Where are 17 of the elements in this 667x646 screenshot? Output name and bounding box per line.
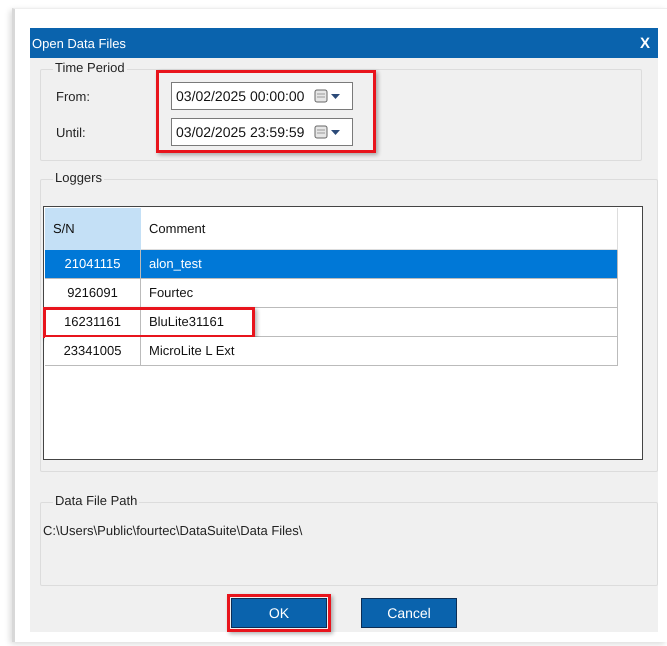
column-header[interactable]: S/N [45,208,141,250]
window-title: Open Data Files [32,36,126,50]
table-cell[interactable]: 23341005 [45,336,141,366]
field-label: From: [55,88,91,104]
table-cell[interactable]: alon_test [141,250,618,279]
group-title: Data File Path [53,493,140,508]
field-label: Until: [55,124,87,140]
date-time-picker[interactable]: 03/02/2025 00:00:00 [171,82,353,110]
table-cell[interactable]: MicroLite L Ext [141,336,618,366]
table-cell[interactable]: 21041115 [45,250,141,279]
column-header[interactable]: Comment [141,208,618,250]
cancel-button[interactable]: Cancel [361,598,457,628]
path-text: C:\Users\Public\fourtec\DataSuite\Data Files\ [43,523,304,538]
close-button[interactable]: X [636,34,654,52]
date-time-picker[interactable]: 03/02/2025 23:59:59 [171,118,353,146]
ok-button[interactable]: OK [231,598,327,628]
group-title: Time Period [53,60,127,75]
